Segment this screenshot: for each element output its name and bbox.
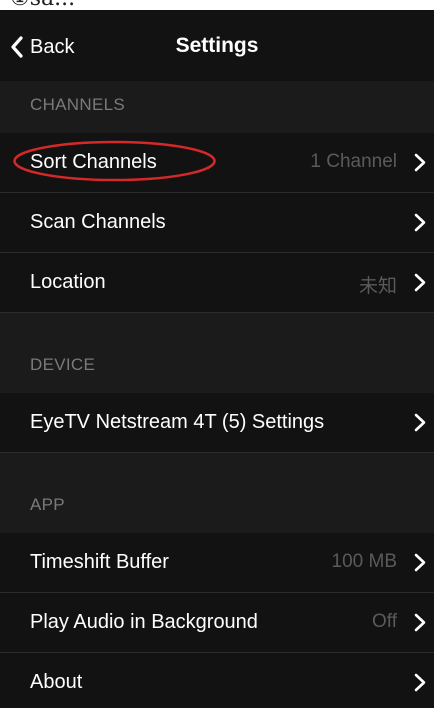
row-label: EyeTV Netstream 4T (5) Settings	[30, 411, 325, 433]
row-label: Play Audio in Background	[30, 611, 258, 633]
row-value: Off	[372, 611, 397, 632]
row-value: 1 Channel	[310, 151, 397, 172]
row-play-audio-background[interactable]: Play Audio in Background Off	[0, 593, 434, 653]
chevron-right-icon	[414, 673, 426, 692]
row-location[interactable]: Location 未知	[0, 253, 434, 313]
row-scan-channels[interactable]: Scan Channels	[0, 193, 434, 253]
settings-screen: Back Settings CHANNELS Sort Channels 1 C…	[0, 10, 434, 708]
row-label: About	[30, 671, 83, 693]
row-sort-channels[interactable]: Sort Channels 1 Channel	[0, 133, 434, 193]
chevron-right-icon	[414, 553, 426, 572]
row-label: Timeshift Buffer	[30, 551, 169, 573]
section-header-channels: CHANNELS	[0, 81, 434, 134]
section-header-label: DEVICE	[30, 355, 96, 374]
section-header-label: CHANNELS	[30, 95, 125, 114]
chevron-right-icon	[414, 273, 426, 292]
top-cropped-annotation: ①sa...	[0, 0, 434, 10]
page-title: Settings	[175, 34, 259, 57]
section-header-label: APP	[30, 495, 65, 514]
top-fragment-text: ①sa...	[10, 0, 75, 10]
row-timeshift-buffer[interactable]: Timeshift Buffer 100 MB	[0, 533, 434, 593]
row-label: Scan Channels	[30, 211, 166, 233]
row-value: 未知	[358, 276, 397, 297]
chevron-right-icon	[414, 613, 426, 632]
chevron-right-icon	[414, 153, 426, 172]
row-value: 100 MB	[331, 551, 397, 572]
row-about[interactable]: About	[0, 653, 434, 708]
row-label: Sort Channels	[30, 151, 157, 173]
row-eyetv-settings[interactable]: EyeTV Netstream 4T (5) Settings	[0, 393, 434, 453]
navigation-bar: Back Settings	[0, 10, 434, 82]
section-header-device: DEVICE	[0, 313, 434, 394]
section-header-app: APP	[0, 453, 434, 534]
chevron-right-icon	[414, 413, 426, 432]
row-label: Location	[30, 271, 106, 293]
chevron-right-icon	[414, 213, 426, 232]
